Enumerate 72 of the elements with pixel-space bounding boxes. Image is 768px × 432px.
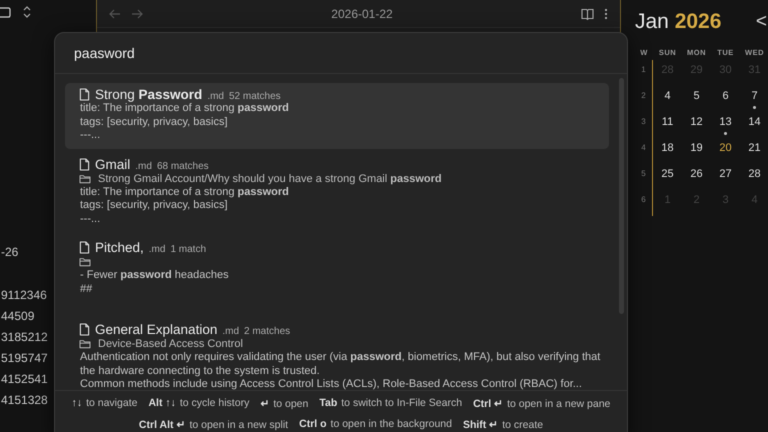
match-count: 1 match <box>170 244 206 255</box>
calendar-day[interactable]: 4 <box>664 88 671 105</box>
keyboard-hint: ↵ to open <box>260 397 308 410</box>
result-snippet: Authentication not only requires validating the user (via password, biometrics, MFA), but also verifying that the hardware connecting to the system is trusted. <box>80 351 601 378</box>
calendar-day[interactable]: 26 <box>690 166 703 183</box>
keyboard-hint: Ctrl Alt ↵ to open in a new split <box>138 418 288 431</box>
previous-month-button[interactable]: < <box>756 11 767 33</box>
folder-icon <box>79 339 91 349</box>
result-title: General Explanation <box>95 322 218 337</box>
result-snippet: tags: [security, privacy, basics] <box>80 116 229 129</box>
result-snippet: title: The importance of a strong password <box>80 102 290 116</box>
keyboard-hint: Alt ↑↓ to cycle history <box>148 397 250 410</box>
calendar-day[interactable]: 14 <box>748 114 761 131</box>
search-result[interactable]: Pitched, .md 1 match - Fewer password headaches ## <box>65 236 609 314</box>
calendar-day[interactable]: 27 <box>719 166 732 183</box>
folder-icon <box>79 257 91 267</box>
calendar-day[interactable]: 25 <box>661 166 674 183</box>
week-number: 6 <box>635 190 653 216</box>
result-title: Strong Password <box>95 87 202 102</box>
keyboard-hint: ↑↓ to navigate <box>72 397 138 410</box>
folder-icon <box>79 174 91 184</box>
calendar-day[interactable]: 20 <box>719 140 732 157</box>
match-count: 2 matches <box>244 326 290 337</box>
file-icon <box>79 88 90 101</box>
result-snippet: ---... <box>80 129 102 142</box>
book-icon[interactable] <box>581 8 594 20</box>
file-extension: .md <box>135 160 152 172</box>
more-options-icon[interactable] <box>604 8 608 20</box>
calendar-day[interactable]: 11 <box>662 114 674 131</box>
match-count: 52 matches <box>228 91 281 102</box>
file-icon <box>79 241 90 254</box>
search-result[interactable]: Gmail .md 68 matches Strong Gmail Account/Why should you have a strong Gmail password title: The importance of a strong password tags: [security, privacy, basics] ---... <box>65 152 609 232</box>
search-field[interactable]: paasword <box>55 33 627 74</box>
file-icon <box>79 323 90 336</box>
file-extension: .md <box>148 244 166 255</box>
calendar-day[interactable]: 18 <box>661 140 674 157</box>
keyboard-hint: Ctrl o to open in the background <box>299 418 452 431</box>
result-snippet: tags: [security, privacy, basics] <box>80 199 229 212</box>
result-path: Strong Gmail Account/Why should you have a strong Gmail password <box>98 172 442 186</box>
note-title: 2026-01-22 <box>330 6 394 20</box>
calendar-day[interactable]: 13 <box>719 114 732 131</box>
keyboard-hint: Ctrl ↵ to open in a new pane <box>473 397 610 410</box>
calendar-day[interactable]: 12 <box>690 114 703 131</box>
calendar-day[interactable]: 21 <box>748 140 761 157</box>
calendar-day[interactable]: 28 <box>748 166 761 183</box>
result-snippet: ---... <box>80 212 102 226</box>
file-icon <box>79 158 90 170</box>
week-number: 4 <box>635 138 653 164</box>
result-snippet: Common methods include using Access Control Lists (ACLs), Role-Based Access Control (RBAC) for... <box>80 378 583 390</box>
result-snippet: - Fewer password headaches <box>80 269 230 282</box>
keyboard-hint: Tab to switch to In-File Search <box>319 397 462 410</box>
calendar-day[interactable]: 7 <box>751 88 758 105</box>
match-count: 68 matches <box>156 160 209 172</box>
calendar-month-title: Jan 2026 <box>635 10 722 34</box>
sidebar-toggle-icon[interactable] <box>0 6 12 18</box>
result-title: Pitched, <box>95 240 144 255</box>
result-snippet: ## <box>80 282 94 296</box>
result-path: Device-Based Access Control <box>98 337 243 351</box>
search-result[interactable]: Strong Password .md 52 matches title: The importance of a strong password tags: [security, privacy, basics] ---... <box>65 83 609 148</box>
week-number: 3 <box>635 112 653 138</box>
calendar-day[interactable]: 6 <box>722 88 729 105</box>
chevron-up-down-icon[interactable] <box>22 6 32 18</box>
result-snippet: title: The importance of a strong password <box>80 186 290 199</box>
week-number: 5 <box>635 164 653 190</box>
week-number: 1 <box>635 60 653 86</box>
file-extension: .md <box>207 91 224 102</box>
keyboard-hint: Shift ↵ to create <box>462 418 544 431</box>
result-title: Gmail <box>95 156 130 172</box>
calendar-day[interactable]: 19 <box>690 140 703 157</box>
week-number: 2 <box>635 86 653 112</box>
file-extension: .md <box>222 326 240 337</box>
calendar-day[interactable]: 5 <box>693 88 700 105</box>
